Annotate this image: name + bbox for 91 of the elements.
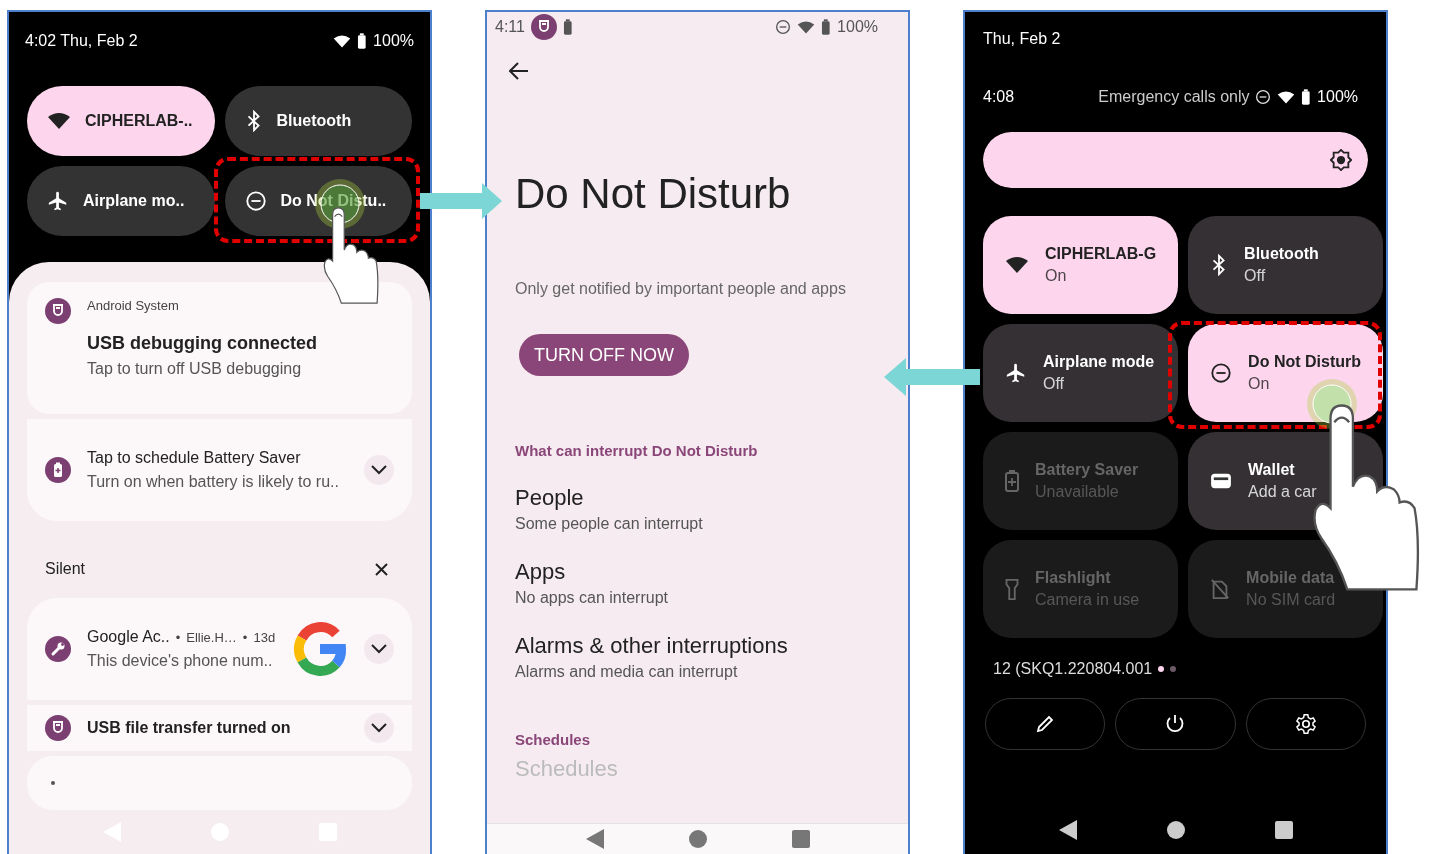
- wrench-icon: [45, 636, 71, 662]
- page-dot[interactable]: [1170, 666, 1177, 672]
- quick-setting-tile[interactable]: CIPHERLAB-..: [27, 86, 215, 156]
- dot-icon: [51, 781, 55, 785]
- quick-setting-tile[interactable]: Airplane mo..: [27, 166, 215, 236]
- section-header: Schedules: [515, 731, 592, 748]
- do-not-disturb-icon: [244, 190, 267, 212]
- recents-icon[interactable]: [1274, 821, 1293, 839]
- notification-card[interactable]: USB file transfer turned on: [27, 705, 412, 751]
- sender-name: Ellie.H…: [186, 630, 237, 645]
- settings-button[interactable]: [1245, 698, 1366, 750]
- page-title: Do Not Disturb: [515, 170, 792, 218]
- wallet-icon: [1210, 472, 1233, 490]
- battery-icon: [45, 457, 71, 483]
- flashlight-icon: [1005, 578, 1019, 600]
- setting-summary: No apps can interrupt: [515, 589, 669, 607]
- usb-icon: [45, 298, 71, 324]
- setting-title[interactable]: Alarms & other interruptions: [515, 633, 908, 659]
- date: Thu, Feb 2: [982, 29, 1062, 49]
- setting-summary: Alarms and media can interrupt: [515, 663, 739, 681]
- chevron-icon: [371, 644, 387, 654]
- battery-icon: [1301, 89, 1312, 105]
- expand-button[interactable]: [364, 455, 394, 485]
- expand-button[interactable]: [364, 713, 394, 743]
- do-not-disturb-icon: [1255, 89, 1272, 105]
- pencil-icon: [1035, 714, 1056, 734]
- notification-title: Google Ac..: [87, 628, 170, 646]
- setting-summary: Some people can interrupt: [515, 515, 704, 533]
- brightness-icon: [1330, 149, 1352, 171]
- status-time-date: 4:02 Thu, Feb 2: [25, 32, 138, 50]
- notification-title: USB debugging connected: [87, 333, 318, 354]
- do-not-disturb-icon: [775, 19, 792, 35]
- wifi-icon: [47, 111, 71, 131]
- quick-setting-tile[interactable]: Bluetooth Off: [1188, 216, 1383, 314]
- quick-setting-tile[interactable]: Airplane mode Off: [983, 324, 1179, 422]
- back-arrow-icon[interactable]: [509, 62, 529, 80]
- build-number: 12 (SKQ1.220804.001: [993, 660, 1153, 678]
- battery-level: 100%: [837, 18, 878, 36]
- setting-title[interactable]: People: [515, 485, 908, 511]
- arrow-right-icon: [420, 183, 502, 219]
- battery-level: 100%: [373, 32, 414, 50]
- chevron-icon: [371, 465, 387, 475]
- back-icon[interactable]: [1058, 820, 1077, 840]
- notification-card[interactable]: Google Ac.. • Ellie.H… • 13d This device's phone num..: [27, 598, 412, 700]
- airplane-icon: [47, 190, 69, 212]
- page-dot[interactable]: [1158, 666, 1165, 672]
- chevron-icon: [371, 723, 387, 733]
- brightness-slider[interactable]: [983, 132, 1368, 188]
- notification-title: USB file transfer turned on: [87, 719, 292, 737]
- time-ago: 13d: [253, 630, 276, 645]
- close-icon[interactable]: [375, 562, 388, 576]
- quick-setting-tile[interactable]: Bluetooth: [224, 86, 412, 156]
- separator-dot: •: [242, 630, 248, 645]
- setting-title[interactable]: Apps: [515, 559, 908, 585]
- notification-title: Tap to schedule Battery Saver: [87, 449, 302, 467]
- quick-setting-tile[interactable]: CIPHERLAB-G On: [983, 216, 1179, 314]
- page-description: Only get notified by important people and apps: [515, 280, 847, 298]
- wifi-icon: [797, 19, 816, 35]
- section-header: Silent: [45, 560, 86, 578]
- settings-icon: [1294, 713, 1317, 735]
- carrier-status: Emergency calls only: [1098, 88, 1250, 106]
- wifi-icon: [1005, 255, 1029, 275]
- home-icon[interactable]: [1166, 821, 1185, 839]
- separator-dot: •: [175, 630, 181, 645]
- battery-level: 100%: [1317, 88, 1358, 106]
- app-name: Android System: [87, 298, 180, 313]
- no-sim-icon: [1210, 578, 1231, 600]
- usb-icon: [45, 715, 71, 741]
- power-icon: [1165, 714, 1186, 734]
- arrow-left-icon: [884, 358, 980, 396]
- do-not-disturb-icon: [1210, 362, 1233, 384]
- battery-icon: [1005, 470, 1019, 492]
- notification-card[interactable]: Tap to schedule Battery Saver Turn on when battery is likely to ru..: [27, 419, 412, 521]
- expand-button[interactable]: [364, 634, 394, 664]
- clock-time: 4:08: [983, 88, 1015, 106]
- turn-off-now-button[interactable]: TURN OFF NOW: [519, 334, 689, 376]
- google-logo-icon: [292, 621, 348, 677]
- wifi-icon: [333, 33, 352, 49]
- notification-text: Tap to turn off USB debugging: [87, 360, 303, 378]
- battery-icon: [562, 19, 573, 35]
- battery-icon: [357, 33, 368, 49]
- status-time: 4:11: [495, 18, 525, 36]
- quick-setting-tile[interactable]: Do Not Disturb On: [1188, 324, 1383, 422]
- battery-icon: [821, 19, 832, 35]
- usb-icon: [530, 14, 557, 40]
- notification-card[interactable]: Android System USB debugging connected Tap to turn off USB debugging: [27, 282, 412, 414]
- notification-text: This device's phone num..: [87, 652, 274, 670]
- airplane-icon: [1005, 362, 1027, 384]
- wifi-icon: [1277, 89, 1296, 105]
- notification-text: Turn on when battery is likely to ru..: [87, 473, 340, 491]
- section-header: What can interrupt Do Not Disturb: [515, 442, 759, 459]
